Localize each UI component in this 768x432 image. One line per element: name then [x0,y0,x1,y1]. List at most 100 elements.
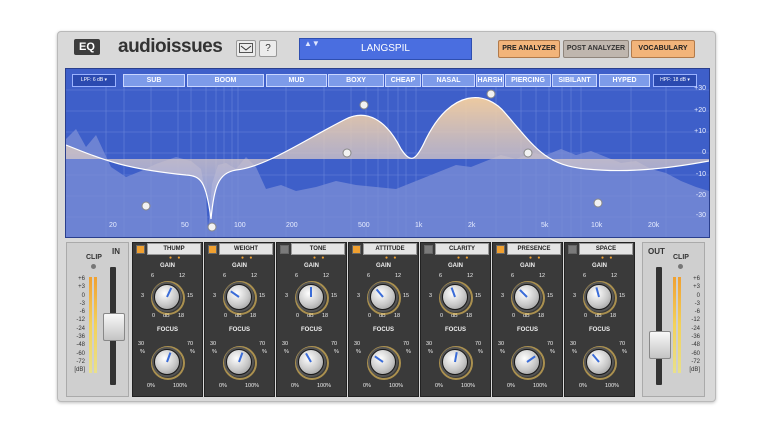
module-enable-toggle[interactable] [280,245,289,254]
band-label-piercing[interactable]: PIERCING [505,74,551,87]
output-title: OUT [648,247,665,256]
module-title: THUMP [147,243,201,255]
gain-knob[interactable] [154,284,180,310]
gain-tick: 18 [322,313,329,319]
eq-node-space[interactable] [593,198,603,208]
band-label-sibilant[interactable]: SIBILANT [552,74,597,87]
output-gain-fader[interactable] [649,331,671,359]
module-presence: PRESENCE ● ● GAIN 6 12 3 15 0 dB 18 FOCUS 30 70%% 0% 1… [492,242,563,397]
gain-tick: 12 [539,273,546,279]
preset-name: LANGSPIL [361,43,410,54]
focus-knob[interactable] [298,349,324,375]
gain-tick: 6 [151,273,155,279]
eq-node-tone[interactable] [342,148,352,158]
focus-tick: 70 [187,341,194,347]
module-mode-dots[interactable]: ● ● [457,255,470,261]
focus-knob[interactable] [586,349,612,375]
input-title: IN [112,247,120,256]
gain-tick: 0 [224,313,228,319]
band-label-cheap[interactable]: CHEAP [385,74,421,87]
gain-tick: 15 [619,293,626,299]
eq-node-thump[interactable] [141,201,151,211]
eq-graph[interactable] [66,69,709,237]
band-label-boom[interactable]: BOOM [187,74,264,87]
focus-knob[interactable] [514,349,540,375]
module-enable-toggle[interactable] [136,245,145,254]
gain-knob[interactable] [514,284,540,310]
focus-knob[interactable] [442,349,468,375]
gain-tick: 3 [429,293,433,299]
gain-tick: 12 [251,273,258,279]
gain-tick: 15 [547,293,554,299]
gain-pointer [375,288,384,298]
focus-tick: % [550,349,555,355]
focus-knob[interactable] [370,349,396,375]
graph-mode-icon[interactable] [236,40,256,57]
module-title: CLARITY [435,243,489,255]
module-enable-toggle[interactable] [208,245,217,254]
focus-tick: 70 [547,341,554,347]
hpf-selector[interactable]: HPF: 18 dB ▾ [653,74,697,87]
eq-display[interactable]: LPF: 6 dB ▾ SUB BOOM MUD BOXY CHEAP NASA… [65,68,710,238]
focus-tick: 30 [138,341,145,347]
gain-tick: 6 [223,273,227,279]
module-mode-dots[interactable]: ● ● [241,255,254,261]
freq-tick: 500 [358,222,370,229]
module-mode-dots[interactable]: ● ● [385,255,398,261]
gain-tick: 3 [285,293,289,299]
gain-knob[interactable] [442,284,468,310]
focus-tick: 30 [354,341,361,347]
band-label-harsh[interactable]: HARSH [476,74,504,87]
module-enable-toggle[interactable] [568,245,577,254]
gain-knob[interactable] [226,284,252,310]
focus-tick: 30 [426,341,433,347]
preset-arrows-icon[interactable]: ▲▼ [304,39,320,49]
module-title: SPACE [579,243,633,255]
focus-label: FOCUS [517,327,538,333]
focus-tick: % [356,349,361,355]
gain-tick: 12 [323,273,330,279]
gain-pointer [519,289,528,298]
module-mode-dots[interactable]: ● ● [601,255,614,261]
gain-tick: 0 [368,313,372,319]
module-mode-dots[interactable]: ● ● [529,255,542,261]
help-button[interactable]: ? [259,40,277,57]
preset-selector[interactable]: ▲▼ LANGSPIL [299,38,472,60]
freq-tick: 50 [181,222,189,229]
input-gain-fader[interactable] [103,313,125,341]
band-label-sub[interactable]: SUB [123,74,185,87]
eq-node-weight[interactable] [207,222,217,232]
focus-knob[interactable] [154,349,180,375]
module-enable-toggle[interactable] [352,245,361,254]
gain-tick: 12 [179,273,186,279]
focus-label: FOCUS [157,327,178,333]
post-analyzer-button[interactable]: POST ANALYZER [563,40,629,58]
focus-pointer [238,352,244,363]
module-enable-toggle[interactable] [424,245,433,254]
gain-label: GAIN [376,263,391,269]
gain-knob[interactable] [586,284,612,310]
freq-tick: 5k [541,222,549,229]
pre-analyzer-button[interactable]: PRE ANALYZER [498,40,560,58]
gain-tick: 0 [296,313,300,319]
band-label-hyped[interactable]: HYPED [599,74,650,87]
gain-knob[interactable] [298,284,324,310]
band-label-mud[interactable]: MUD [266,74,327,87]
band-label-boxy[interactable]: BOXY [328,74,384,87]
module-mode-dots[interactable]: ● ● [313,255,326,261]
vocabulary-button[interactable]: VOCABULARY [631,40,695,58]
focus-knob[interactable] [226,349,252,375]
module-title: ATTITUDE [363,243,417,255]
gain-tick: 18 [466,313,473,319]
module-mode-dots[interactable]: ● ● [169,255,182,261]
gain-knob[interactable] [370,284,396,310]
lpf-selector[interactable]: LPF: 6 dB ▾ [72,74,116,87]
eq-node-presence[interactable] [523,148,533,158]
eq-node-attitude[interactable] [359,100,369,110]
focus-tick: 70 [331,341,338,347]
band-label-nasal[interactable]: NASAL [422,74,475,87]
eq-node-clarity[interactable] [486,89,496,99]
focus-tick: % [334,349,339,355]
module-enable-toggle[interactable] [496,245,505,254]
gain-label: GAIN [304,263,319,269]
